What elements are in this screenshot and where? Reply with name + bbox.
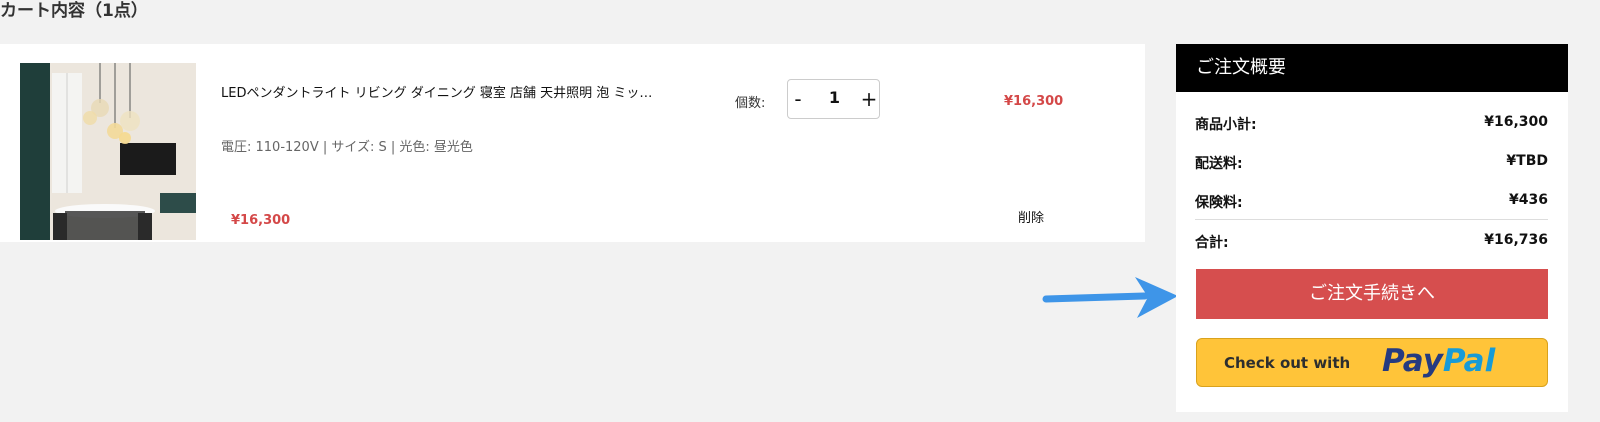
product-unit-price: ¥16,300: [231, 213, 291, 228]
summary-divider: [1195, 219, 1548, 220]
summary-value: ¥16,300: [1484, 114, 1548, 130]
paypal-logo-pay: Pay: [1382, 343, 1443, 379]
quantity-decrement-button[interactable]: -: [788, 84, 808, 114]
checkout-button[interactable]: ご注文手続きへ: [1196, 269, 1548, 319]
quantity-stepper: - 1 +: [787, 79, 880, 119]
summary-label: 保険料:: [1195, 195, 1243, 211]
product-image[interactable]: [20, 63, 196, 240]
order-summary-panel: ご注文概要 商品小計: ¥16,300 配送料: ¥TBD 保険料: ¥436 …: [1176, 44, 1568, 412]
cart-title: カート内容（1点）: [0, 1, 148, 21]
quantity-increment-button[interactable]: +: [859, 84, 879, 114]
summary-label: 配送料:: [1195, 156, 1243, 172]
arrow-right-icon: [1040, 273, 1180, 327]
cart-item-card: LEDペンダントライト リビング ダイニング 寝室 店舗 天井照明 泡 ミッ… …: [0, 44, 1145, 242]
summary-value: ¥16,736: [1484, 232, 1548, 248]
order-summary-header: ご注文概要: [1176, 44, 1568, 92]
summary-label: 合計:: [1195, 235, 1229, 251]
summary-label: 商品小計:: [1195, 117, 1257, 133]
delete-item-button[interactable]: 削除: [1018, 207, 1044, 226]
line-total-price: ¥16,300: [1004, 94, 1064, 109]
paypal-logo-pal: Pal: [1442, 343, 1496, 379]
paypal-checkout-button[interactable]: Check out with PayPal: [1196, 338, 1548, 387]
order-summary-title: ご注文概要: [1196, 57, 1286, 78]
paypal-prefix-text: Check out with: [1224, 354, 1351, 372]
product-name[interactable]: LEDペンダントライト リビング ダイニング 寝室 店舗 天井照明 泡 ミッ…: [221, 82, 681, 101]
quantity-label: 個数:: [735, 96, 766, 111]
quantity-value[interactable]: 1: [818, 88, 851, 107]
summary-value: ¥TBD: [1506, 153, 1548, 169]
product-variant: 電圧: 110-120V | サイズ: S | 光色: 昼光色: [221, 140, 473, 155]
summary-value: ¥436: [1509, 192, 1548, 208]
paypal-logo: PayPal: [1382, 343, 1495, 379]
